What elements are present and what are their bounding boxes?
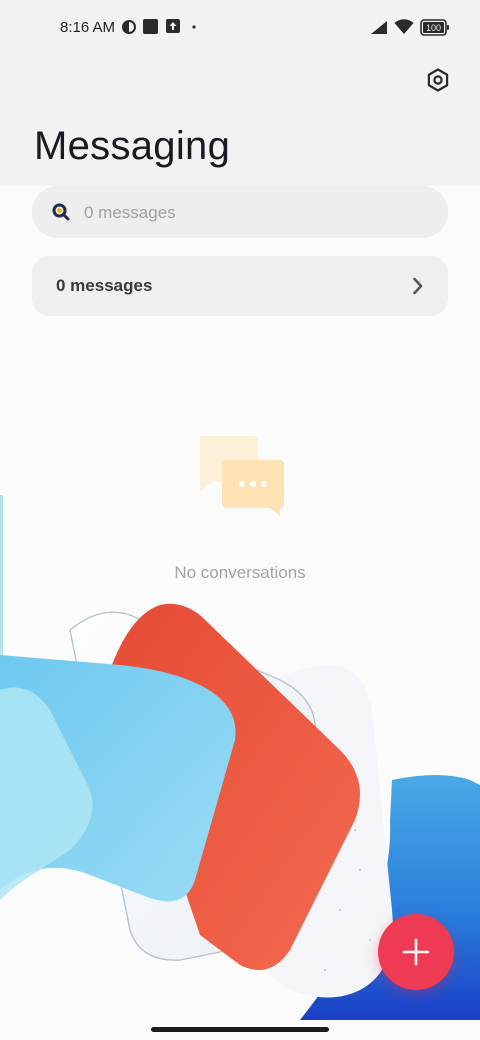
square-app-icon (143, 19, 158, 34)
battery-icon: 100 (420, 19, 449, 36)
search-icon (52, 203, 70, 221)
svg-text:100: 100 (426, 23, 441, 33)
page-title: Messaging (34, 124, 231, 168)
signal-icon (371, 21, 387, 34)
messages-row[interactable]: 0 messages (32, 256, 448, 316)
wifi-icon (394, 19, 414, 34)
search-bar[interactable] (32, 186, 448, 238)
plus-icon (402, 938, 430, 966)
navigation-bar (0, 1020, 480, 1040)
vpn-key-icon (122, 20, 136, 34)
status-bar: 8:16 AM 100 (0, 0, 480, 56)
settings-button[interactable] (424, 66, 452, 94)
dot-icon (192, 25, 196, 29)
messages-row-label: 0 messages (56, 276, 153, 295)
home-gesture-handle[interactable] (151, 1027, 329, 1032)
chevron-right-icon (413, 277, 423, 295)
status-time: 8:16 AM (60, 19, 116, 36)
upload-icon (166, 19, 180, 33)
settings-gear-icon (427, 68, 449, 92)
search-input[interactable] (82, 198, 426, 228)
new-conversation-fab[interactable] (378, 914, 454, 990)
